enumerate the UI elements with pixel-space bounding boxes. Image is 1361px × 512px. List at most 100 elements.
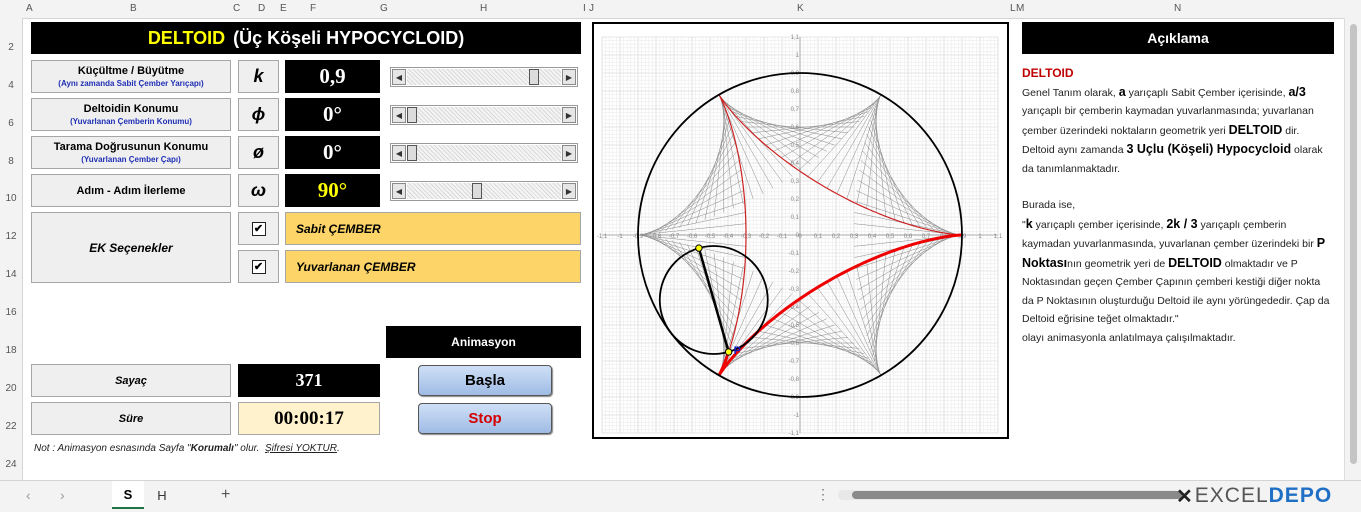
col-g[interactable]: G — [380, 3, 388, 14]
slider-track[interactable] — [407, 145, 561, 161]
text-bold: DELTOID — [1228, 122, 1283, 137]
slider-thumb[interactable] — [407, 107, 417, 123]
col-n[interactable]: N — [1174, 3, 1181, 14]
slider-right-arrow-icon[interactable]: ▶ — [562, 183, 576, 199]
row-24[interactable]: 24 — [0, 459, 22, 470]
deltoid-chart[interactable]: -1,1-1,1-1-1-0,9-0,9-0,8-0,8-0,7-0,7-0,6… — [592, 22, 1009, 439]
col-k[interactable]: K — [797, 3, 804, 14]
control-label-sub: (Yuvarlanan Çemberin Konumu) — [70, 117, 192, 126]
row-22[interactable]: 22 — [0, 421, 22, 432]
row-10[interactable]: 10 — [0, 193, 22, 204]
slider-track[interactable] — [407, 183, 561, 199]
slider-omega[interactable]: ◀ ▶ — [390, 181, 578, 201]
title-main: DELTOID — [147, 27, 226, 48]
counter-label-text: Sayaç — [115, 374, 147, 387]
envelope-chord — [765, 324, 869, 359]
col-c[interactable]: C — [233, 3, 240, 14]
control-label-sub: (Aynı zamanda Sabit Çember Yarıçapı) — [58, 79, 204, 88]
col-d[interactable]: D — [258, 3, 265, 14]
note-prefix: Not : Animasyon esnasında Sayfa " — [34, 443, 191, 454]
counter-value: 371 — [238, 364, 380, 397]
checkbox-check-icon[interactable]: ✔ — [251, 221, 266, 236]
description-header: Açıklama — [1022, 22, 1334, 54]
row-2[interactable]: 2 — [0, 42, 22, 53]
checkbox-fixed-circle[interactable]: ✔ — [238, 212, 279, 245]
option-rolling-circle[interactable]: Yuvarlanan ÇEMBER — [285, 250, 581, 283]
vertical-scroll-thumb[interactable] — [1350, 24, 1357, 464]
control-label-o: Tarama Doğrusunun Konumu (Yuvarlanan Çem… — [31, 136, 231, 169]
checkbox-check-icon[interactable]: ✔ — [251, 259, 266, 274]
slider-thumb[interactable] — [407, 145, 417, 161]
col-j[interactable]: J — [589, 3, 594, 14]
y-tick-label: -0,8 — [789, 377, 800, 383]
horizontal-scroll-thumb[interactable] — [852, 491, 1182, 499]
envelope-chord — [765, 111, 869, 146]
checkbox-rolling-circle[interactable]: ✔ — [238, 250, 279, 283]
slider-left-arrow-icon[interactable]: ◀ — [392, 69, 406, 85]
duration-label: Süre — [31, 402, 231, 435]
row-6[interactable]: 6 — [0, 118, 22, 129]
slider-right-arrow-icon[interactable]: ▶ — [562, 69, 576, 85]
row-14[interactable]: 14 — [0, 269, 22, 280]
row-12[interactable]: 12 — [0, 231, 22, 242]
slider-left-arrow-icon[interactable]: ◀ — [392, 145, 406, 161]
exceldepo-logo: ✕ EXCELDEPO — [1176, 484, 1332, 508]
note-suffix: . — [337, 443, 340, 454]
x-tick-label: -0,2 — [759, 234, 770, 240]
slider-o[interactable]: ◀ ▶ — [390, 143, 578, 163]
point-p — [724, 348, 733, 356]
symbol-omega: ω — [238, 174, 279, 207]
row-headers: 2 4 6 8 10 12 14 16 18 20 22 24 — [0, 18, 23, 480]
value-o: 0° — [285, 136, 380, 169]
text: nın geometrik yeri de — [1067, 257, 1169, 270]
value-k: 0,9 — [285, 60, 380, 93]
slider-phi[interactable]: ◀ ▶ — [390, 105, 578, 125]
text: Burada ise, — [1022, 199, 1076, 211]
col-a[interactable]: A — [26, 3, 33, 14]
start-button[interactable]: Başla — [418, 365, 552, 396]
duration-label-text: Süre — [118, 412, 144, 425]
row-18[interactable]: 18 — [0, 345, 22, 356]
col-f[interactable]: F — [310, 3, 316, 14]
logo-depo-text: DEPO — [1268, 484, 1333, 507]
vertical-scrollbar[interactable] — [1344, 18, 1361, 480]
col-h[interactable]: H — [480, 3, 487, 14]
more-options-icon[interactable]: ⋮ — [816, 486, 830, 503]
logo-text: EXCELDEPO — [1195, 484, 1332, 508]
text: Genel Tanım olarak, — [1022, 86, 1119, 99]
tab-prev-icon[interactable]: ‹ — [26, 487, 31, 503]
slider-k[interactable]: ◀ ▶ — [390, 67, 578, 87]
slider-thumb[interactable] — [471, 183, 482, 199]
row-20[interactable]: 20 — [0, 383, 22, 394]
col-i[interactable]: I — [583, 3, 586, 14]
description-text: DELTOID Genel Tanım olarak, a yarıçaplı … — [1022, 60, 1334, 347]
text-bold: a/3 — [1288, 84, 1306, 99]
x-tick-label: -1,1 — [597, 234, 608, 240]
row-16[interactable]: 16 — [0, 307, 22, 318]
symbol-o: ø — [238, 136, 279, 169]
row-4[interactable]: 4 — [0, 80, 22, 91]
slider-left-arrow-icon[interactable]: ◀ — [392, 107, 406, 123]
col-b[interactable]: B — [130, 3, 137, 14]
col-m[interactable]: M — [1016, 3, 1024, 14]
add-sheet-icon[interactable]: + — [221, 486, 230, 504]
slider-right-arrow-icon[interactable]: ▶ — [562, 107, 576, 123]
col-l[interactable]: L — [1010, 3, 1016, 14]
horizontal-scrollbar[interactable] — [838, 490, 1182, 500]
logo-x-icon: ✕ — [1176, 485, 1194, 508]
control-label-text: Tarama Doğrusunun Konumu — [53, 141, 209, 153]
slider-track[interactable] — [407, 107, 561, 123]
slider-right-arrow-icon[interactable]: ▶ — [562, 145, 576, 161]
counter-label: Sayaç — [31, 364, 231, 397]
slider-thumb[interactable] — [529, 69, 540, 85]
option-fixed-circle[interactable]: Sabit ÇEMBER — [285, 212, 581, 245]
tab-h[interactable]: H — [146, 481, 178, 509]
stop-button[interactable]: Stop — [418, 403, 552, 434]
extra-options-text: EK Seçenekler — [89, 240, 173, 255]
tab-s[interactable]: S — [112, 481, 144, 509]
tab-next-icon[interactable]: › — [60, 487, 65, 503]
row-8[interactable]: 8 — [0, 156, 22, 167]
col-e[interactable]: E — [280, 3, 287, 14]
x-tick-label: -1 — [617, 234, 623, 240]
slider-left-arrow-icon[interactable]: ◀ — [392, 183, 406, 199]
